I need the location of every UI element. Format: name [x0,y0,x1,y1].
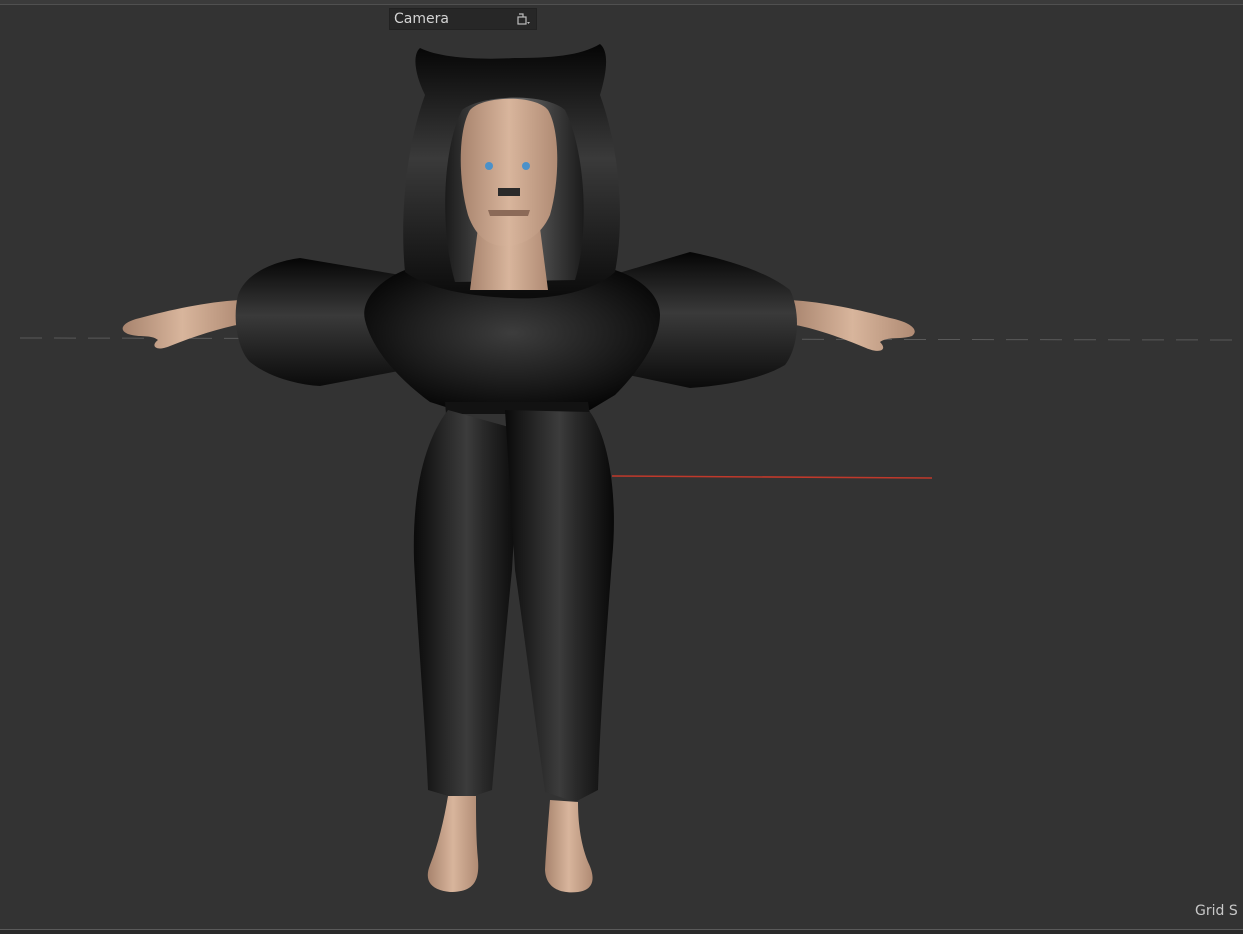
left-hand [122,300,242,349]
left-eye [485,162,493,170]
grid-size-label: Grid S [1195,903,1238,919]
right-eye [522,162,530,170]
camera-label: Camera [394,11,449,27]
right-hand [790,300,915,351]
camera-selector[interactable]: Camera [389,8,537,30]
lock-icon[interactable] [512,9,536,29]
right-leg [505,410,614,802]
scene-canvas[interactable] [0,0,1243,934]
x-axis-line [611,475,933,479]
left-leg [413,410,520,800]
3d-viewport[interactable]: Camera Grid S [0,0,1243,934]
nose [498,188,520,196]
mouth [488,210,530,216]
head [460,98,558,247]
viewport-bottom-border [0,929,1243,934]
right-foot [545,800,593,893]
left-foot [427,796,479,892]
lock-icon-glyph [517,13,530,25]
